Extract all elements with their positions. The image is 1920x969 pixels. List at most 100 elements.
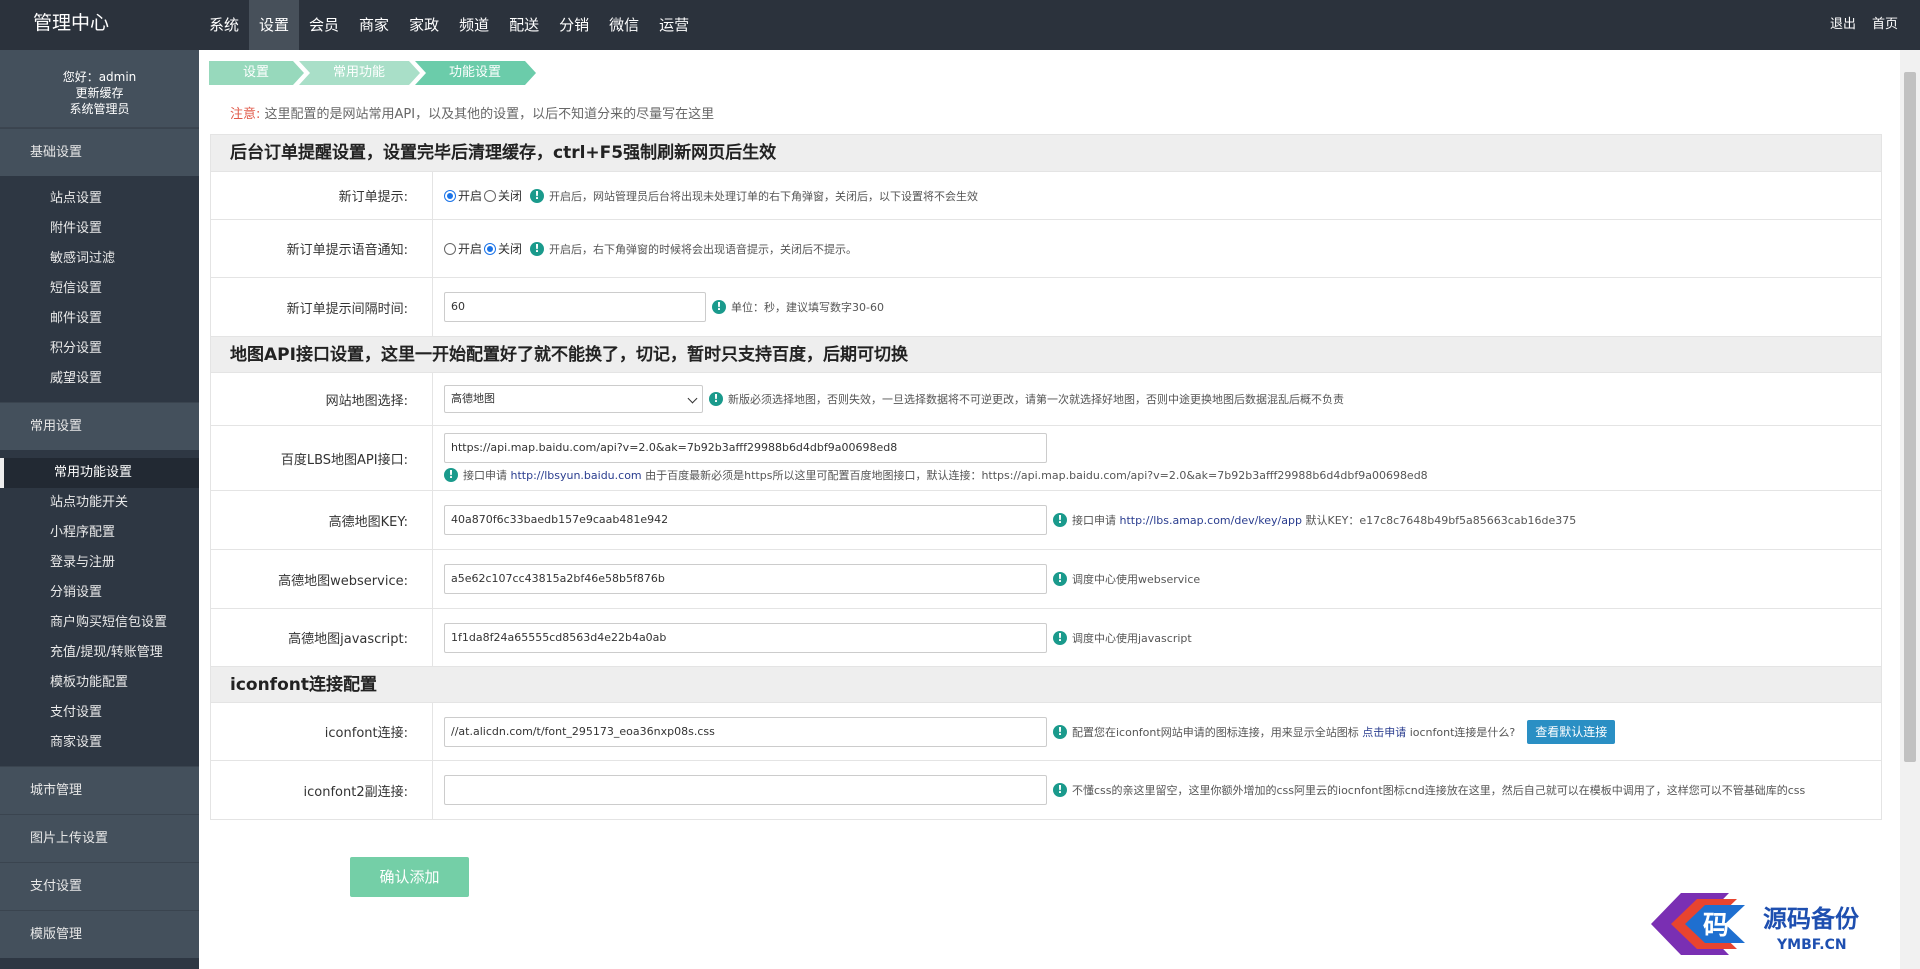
sidebar-item[interactable]: 模板功能配置 — [0, 668, 199, 698]
top-nav-item[interactable]: 配送 — [499, 0, 549, 50]
iconfont2-label: iconfont2副连接: — [211, 761, 433, 819]
baidu-api-input[interactable]: https://api.map.baidu.com/api?v=2.0&ak=7… — [444, 433, 1047, 463]
top-nav-item[interactable]: 系统 — [199, 0, 249, 50]
sidebar-group[interactable]: 常用设置 — [0, 402, 199, 450]
amap-js-hint: 调度中心使用javascript — [1072, 631, 1192, 645]
sidebar-group[interactable]: 支付设置 — [0, 862, 199, 910]
map-select[interactable]: 高德地图 — [444, 385, 703, 413]
sidebar-item[interactable]: 邮件设置 — [0, 304, 199, 334]
top-nav-item[interactable]: 家政 — [399, 0, 449, 50]
iconfont-apply-link[interactable]: 点击申请 — [1362, 726, 1406, 739]
sidebar-menu: 基础设置站点设置 附件设置 敏感词过滤 短信设置 邮件设置 积分设置 威望设置常用设置常用功… — [0, 128, 199, 958]
baidu-hint-line: ! 接口申请 http://lbsyun.baidu.com 由于百度最新必须是… — [444, 467, 1428, 483]
radio-checked-icon — [444, 189, 456, 202]
watermark-logo: 码 源码备份 YMBF.CN — [1651, 893, 1860, 955]
top-nav-item[interactable]: 设置 — [249, 0, 300, 50]
radio-label: 开启 — [458, 189, 483, 203]
logo-title: 源码备份 — [1763, 905, 1860, 933]
breadcrumb-item[interactable]: 设置 — [209, 61, 305, 85]
row-new-order: 新订单提示: 开启 关闭 ! 开启后，网站管理员后台将出现未处理订单的右下角弹窗… — [211, 171, 1881, 219]
sidebar-item[interactable]: 商户购买短信包设置 — [0, 608, 199, 638]
amap-key-input[interactable]: 40a870f6c33baedb157e9caab481e942 — [444, 505, 1047, 535]
sidebar-item[interactable]: 敏感词过滤 — [0, 244, 199, 274]
top-nav-item[interactable]: 分销 — [549, 0, 599, 50]
radio-label: 关闭 — [498, 189, 523, 203]
map-select-label: 网站地图选择: — [211, 373, 433, 425]
interval-input[interactable]: 60 — [444, 292, 706, 322]
section-iconfont-title: iconfont连接配置 — [211, 666, 1881, 702]
logo-glyph: 码 — [1703, 911, 1729, 941]
hint-suffix: 默认KEY：e17c8c7648b49bf5a85663cab16de375 — [1305, 514, 1577, 527]
row-map-select: 网站地图选择: 高德地图 ! 新版必须选择地图，否则失效，一旦选择数据将不可逆更… — [211, 372, 1881, 425]
voice-hint: 开启后，右下角弹窗的时候将会出现语音提示，关闭后不提示。 — [549, 242, 858, 256]
breadcrumb-item[interactable]: 常用功能 — [299, 61, 421, 85]
refresh-cache-link[interactable]: 更新缓存 — [0, 85, 199, 101]
breadcrumb-label: 设置 — [243, 65, 270, 80]
sidebar-group[interactable]: 图片上传设置 — [0, 814, 199, 862]
sidebar-item[interactable]: 商家设置 — [0, 728, 199, 758]
iconfont2-hint: 不懂css的亲这里留空，这里你额外增加的css阿里云的iocnfont图标cnd… — [1072, 784, 1806, 797]
iconfont-label: iconfont连接: — [211, 703, 433, 760]
voice-on-radio[interactable]: 开启 — [444, 240, 482, 257]
top-nav-item[interactable]: 运营 — [649, 0, 699, 50]
sidebar-item[interactable]: 分销设置 — [0, 578, 199, 608]
sidebar-item[interactable]: 常用功能设置 — [0, 458, 199, 488]
row-amap-js: 高德地图javascript: 1f1da8f24a65555cd8563d4e… — [211, 608, 1881, 666]
submit-button[interactable]: 确认添加 — [350, 857, 469, 897]
logout-link[interactable]: 退出 — [1830, 0, 1856, 50]
top-nav-item[interactable]: 商家 — [349, 0, 399, 50]
radio-unchecked-icon — [484, 189, 497, 202]
iconfont-input[interactable]: //at.alicdn.com/t/font_295173_eoa36nxp08… — [444, 716, 1047, 747]
sidebar-item[interactable]: 站点设置 — [0, 184, 199, 214]
section-map-title: 地图API接口设置，这里一开始配置好了就不能换了，切记，暂时只支持百度，后期可切… — [211, 336, 1881, 372]
user-box: 您好：admin 更新缓存 系统管理员 — [0, 50, 199, 128]
scrollbar[interactable] — [1900, 50, 1920, 969]
user-role: 系统管理员 — [69, 102, 130, 116]
top-nav-item[interactable]: 会员 — [299, 0, 349, 50]
voice-off-radio[interactable]: 关闭 — [484, 240, 522, 257]
breadcrumb-label: 功能设置 — [449, 65, 502, 80]
info-icon: ! — [1053, 783, 1067, 797]
row-iconfont2: iconfont2副连接: ! 不懂css的亲这里留空，这里你额外增加的css阿… — [211, 760, 1881, 819]
top-nav-item[interactable]: 微信 — [599, 0, 649, 50]
sidebar-item[interactable]: 威望设置 — [0, 364, 199, 394]
info-icon: ! — [1053, 724, 1067, 739]
sidebar-item[interactable]: 短信设置 — [0, 274, 199, 304]
sidebar-item[interactable]: 小程序配置 — [0, 518, 199, 548]
main-content: 设置 常用功能 功能设置 注意: 这里配置的是网站常用API，以及其他的设置，以后不… — [199, 50, 1900, 969]
sidebar-group[interactable]: 基础设置 — [0, 128, 199, 176]
sidebar-spacer — [0, 450, 199, 458]
sidebar-item[interactable]: 附件设置 — [0, 214, 199, 244]
info-icon: ! — [530, 188, 545, 203]
amap-javascript-input[interactable]: 1f1da8f24a65555cd8563d4e22b4a0ab — [444, 622, 1047, 653]
home-link[interactable]: 首页 — [1872, 0, 1898, 50]
top-nav-item[interactable]: 频道 — [449, 0, 499, 50]
baidu-hint: 接口申请 http://lbsyun.baidu.com 由于百度最新必须是ht… — [463, 467, 1428, 483]
amap-webservice-input[interactable]: a5e62c107cc43815a2bf46e58b5f876b — [444, 564, 1047, 594]
view-default-link-button[interactable]: 查看默认连接 — [1527, 719, 1616, 744]
sidebar-item[interactable]: 站点功能开关 — [0, 488, 199, 518]
notice-text: 这里配置的是网站常用API，以及其他的设置，以后不知道分来的尽量写在这里 — [264, 107, 715, 122]
row-baidu: 百度LBS地图API接口: https://api.map.baidu.com/… — [211, 425, 1881, 490]
baidu-apply-link[interactable]: http://lbsyun.baidu.com — [511, 469, 642, 482]
map-select-hint: 新版必须选择地图，否则失效，一旦选择数据将不可逆更改，请第一次就选择好地图，否则… — [728, 393, 1344, 406]
sidebar-item[interactable]: 支付设置 — [0, 698, 199, 728]
breadcrumb-label: 常用功能 — [333, 65, 386, 80]
hint-suffix: iocnfont连接是什么? — [1409, 725, 1516, 739]
breadcrumb-item[interactable]: 功能设置 — [415, 61, 537, 85]
sidebar-group[interactable]: 城市管理 — [0, 766, 199, 814]
iconfont2-input[interactable] — [444, 775, 1047, 805]
sidebar-group[interactable]: 模版管理 — [0, 910, 199, 958]
sidebar-item[interactable]: 登录与注册 — [0, 548, 199, 578]
sidebar-item[interactable]: 充值/提现/转账管理 — [0, 638, 199, 668]
sidebar-spacer — [0, 758, 199, 766]
new-order-on-radio[interactable]: 开启 — [444, 187, 482, 204]
breadcrumb-arrow-icon — [525, 61, 537, 85]
amap-ws-hint: 调度中心使用webservice — [1072, 573, 1201, 586]
sidebar-item[interactable]: 积分设置 — [0, 334, 199, 364]
amap-apply-link[interactable]: http://lbs.amap.com/dev/key/app — [1120, 514, 1302, 527]
new-order-off-radio[interactable]: 关闭 — [484, 187, 522, 204]
radio-label: 关闭 — [498, 242, 523, 256]
amap-ws-label: 高德地图webservice: — [211, 550, 433, 608]
scrollbar-thumb[interactable] — [1904, 72, 1916, 762]
